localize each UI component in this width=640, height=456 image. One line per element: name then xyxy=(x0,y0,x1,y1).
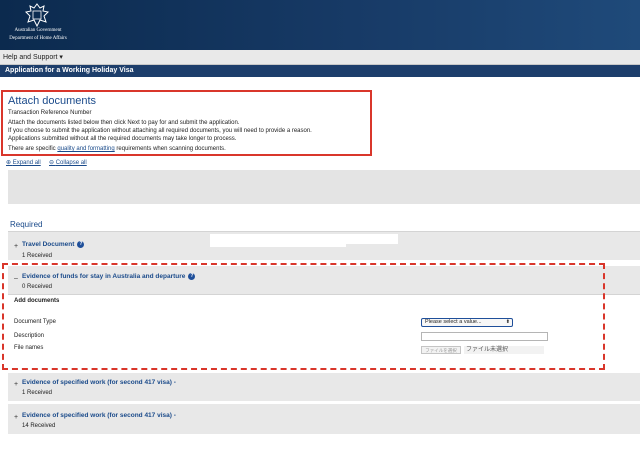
highlight-dashed-box xyxy=(2,263,605,370)
section-title[interactable]: Evidence of specified work (for second 4… xyxy=(22,412,176,419)
section-count: 1 Received xyxy=(22,390,53,396)
site-header: Australian Government Department of Home… xyxy=(0,0,640,50)
collapse-all-link[interactable]: ⊖ Collapse all xyxy=(49,159,87,166)
section-toggle-icon[interactable]: + xyxy=(14,243,18,250)
transaction-reference: Transaction Reference Number xyxy=(8,110,92,116)
instruction-line-1: Attach the documents listed below then c… xyxy=(8,120,240,126)
redacted-area xyxy=(210,244,346,247)
instruction-line-4: There are specific quality and formattin… xyxy=(8,146,226,152)
page-title: Attach documents xyxy=(8,95,97,107)
instruction-line-4-post: requirements when scanning documents. xyxy=(116,146,226,152)
government-name: Australian Government xyxy=(14,28,62,33)
summary-band xyxy=(8,170,640,204)
section-title-text: Travel Document xyxy=(22,241,75,249)
help-and-support-menu[interactable]: Help and Support ▾ xyxy=(3,53,63,61)
help-icon[interactable]: ? xyxy=(77,241,85,248)
section-specified-work-2: + Evidence of specified work (for second… xyxy=(8,404,640,434)
application-title: Application for a Working Holiday Visa xyxy=(5,67,134,74)
help-bar: Help and Support ▾ xyxy=(0,50,640,65)
required-heading: Required xyxy=(10,220,43,229)
coat-of-arms-icon xyxy=(24,3,50,28)
collapse-all-label: Collapse all xyxy=(55,160,87,166)
section-travel-document: + Travel Document? 1 Received xyxy=(8,232,640,260)
section-toggle-icon[interactable]: + xyxy=(14,381,18,388)
expand-all-label: Expand all xyxy=(12,160,41,166)
instruction-line-4-pre: There are specific xyxy=(8,146,56,152)
section-count: 1 Received xyxy=(22,253,53,259)
instruction-line-3: Applications submitted without all the r… xyxy=(8,136,237,142)
section-count: 14 Received xyxy=(22,423,56,429)
section-specified-work-1: + Evidence of specified work (for second… xyxy=(8,373,640,401)
instruction-line-2: If you choose to submit the application … xyxy=(8,128,312,134)
section-title[interactable]: Travel Document? xyxy=(22,241,85,249)
attach-documents-panel: Attach documents Transaction Reference N… xyxy=(1,90,372,156)
department-name: Department of Home Affairs xyxy=(9,36,67,41)
redacted-area xyxy=(210,234,398,244)
expand-all-link[interactable]: ⊕ Expand all xyxy=(6,159,41,166)
application-title-bar: Application for a Working Holiday Visa xyxy=(0,65,640,77)
section-toggle-icon[interactable]: + xyxy=(14,414,18,421)
quality-formatting-link[interactable]: quality and formatting xyxy=(57,146,114,152)
section-title[interactable]: Evidence of specified work (for second 4… xyxy=(22,379,176,386)
